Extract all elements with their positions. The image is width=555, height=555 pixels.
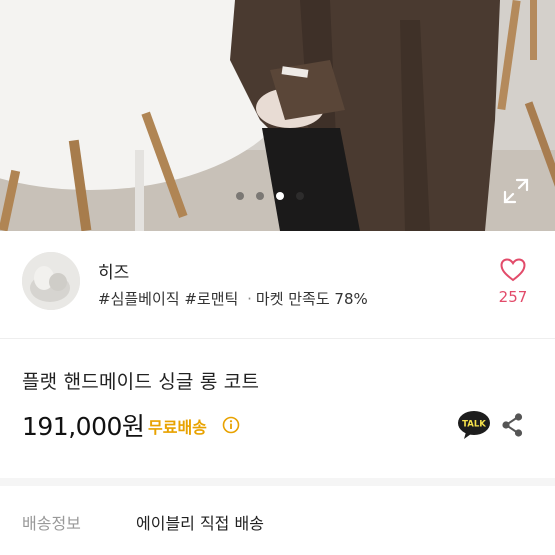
product-image[interactable] — [0, 0, 555, 231]
section-divider — [0, 338, 555, 339]
info-icon[interactable] — [222, 416, 240, 434]
carousel-dot[interactable] — [296, 192, 304, 200]
seller-name[interactable]: 히즈 — [98, 258, 129, 283]
product-price: 191,000원 — [22, 412, 145, 441]
seller-tags: #심플베이직 #로맨틱 · 마켓 만족도 78% — [98, 288, 368, 309]
seller-section[interactable]: 히즈 #심플베이직 #로맨틱 · 마켓 만족도 78% 257 — [22, 252, 533, 314]
meta-separator: · — [247, 290, 252, 308]
kakao-talk-button[interactable]: TALK — [457, 410, 491, 440]
seller-tag[interactable]: #심플베이직 — [98, 290, 180, 308]
kakao-talk-label: TALK — [462, 420, 486, 430]
expand-icon[interactable] — [503, 178, 529, 204]
carousel-dot[interactable] — [236, 192, 244, 200]
product-title: 플랫 핸드메이드 싱글 롱 코트 — [22, 371, 260, 393]
like-count: 257 — [498, 288, 528, 306]
delivery-info-value: 에이블리 직접 배송 — [136, 514, 264, 533]
delivery-info-label: 배송정보 — [22, 514, 81, 533]
carousel-dot-active[interactable] — [276, 192, 284, 200]
free-shipping-badge: 무료배송 — [148, 418, 207, 437]
kakao-talk-icon: TALK — [458, 411, 490, 439]
carousel-dot[interactable] — [256, 192, 264, 200]
share-icon[interactable] — [499, 412, 525, 438]
seller-tag[interactable]: #로맨틱 — [184, 290, 238, 308]
like-button[interactable]: 257 — [493, 258, 533, 306]
section-divider — [0, 478, 555, 486]
market-satisfaction: 마켓 만족도 78% — [255, 290, 368, 308]
carousel-indicator — [236, 192, 304, 200]
seller-avatar[interactable] — [22, 252, 80, 310]
heart-icon — [500, 258, 526, 282]
